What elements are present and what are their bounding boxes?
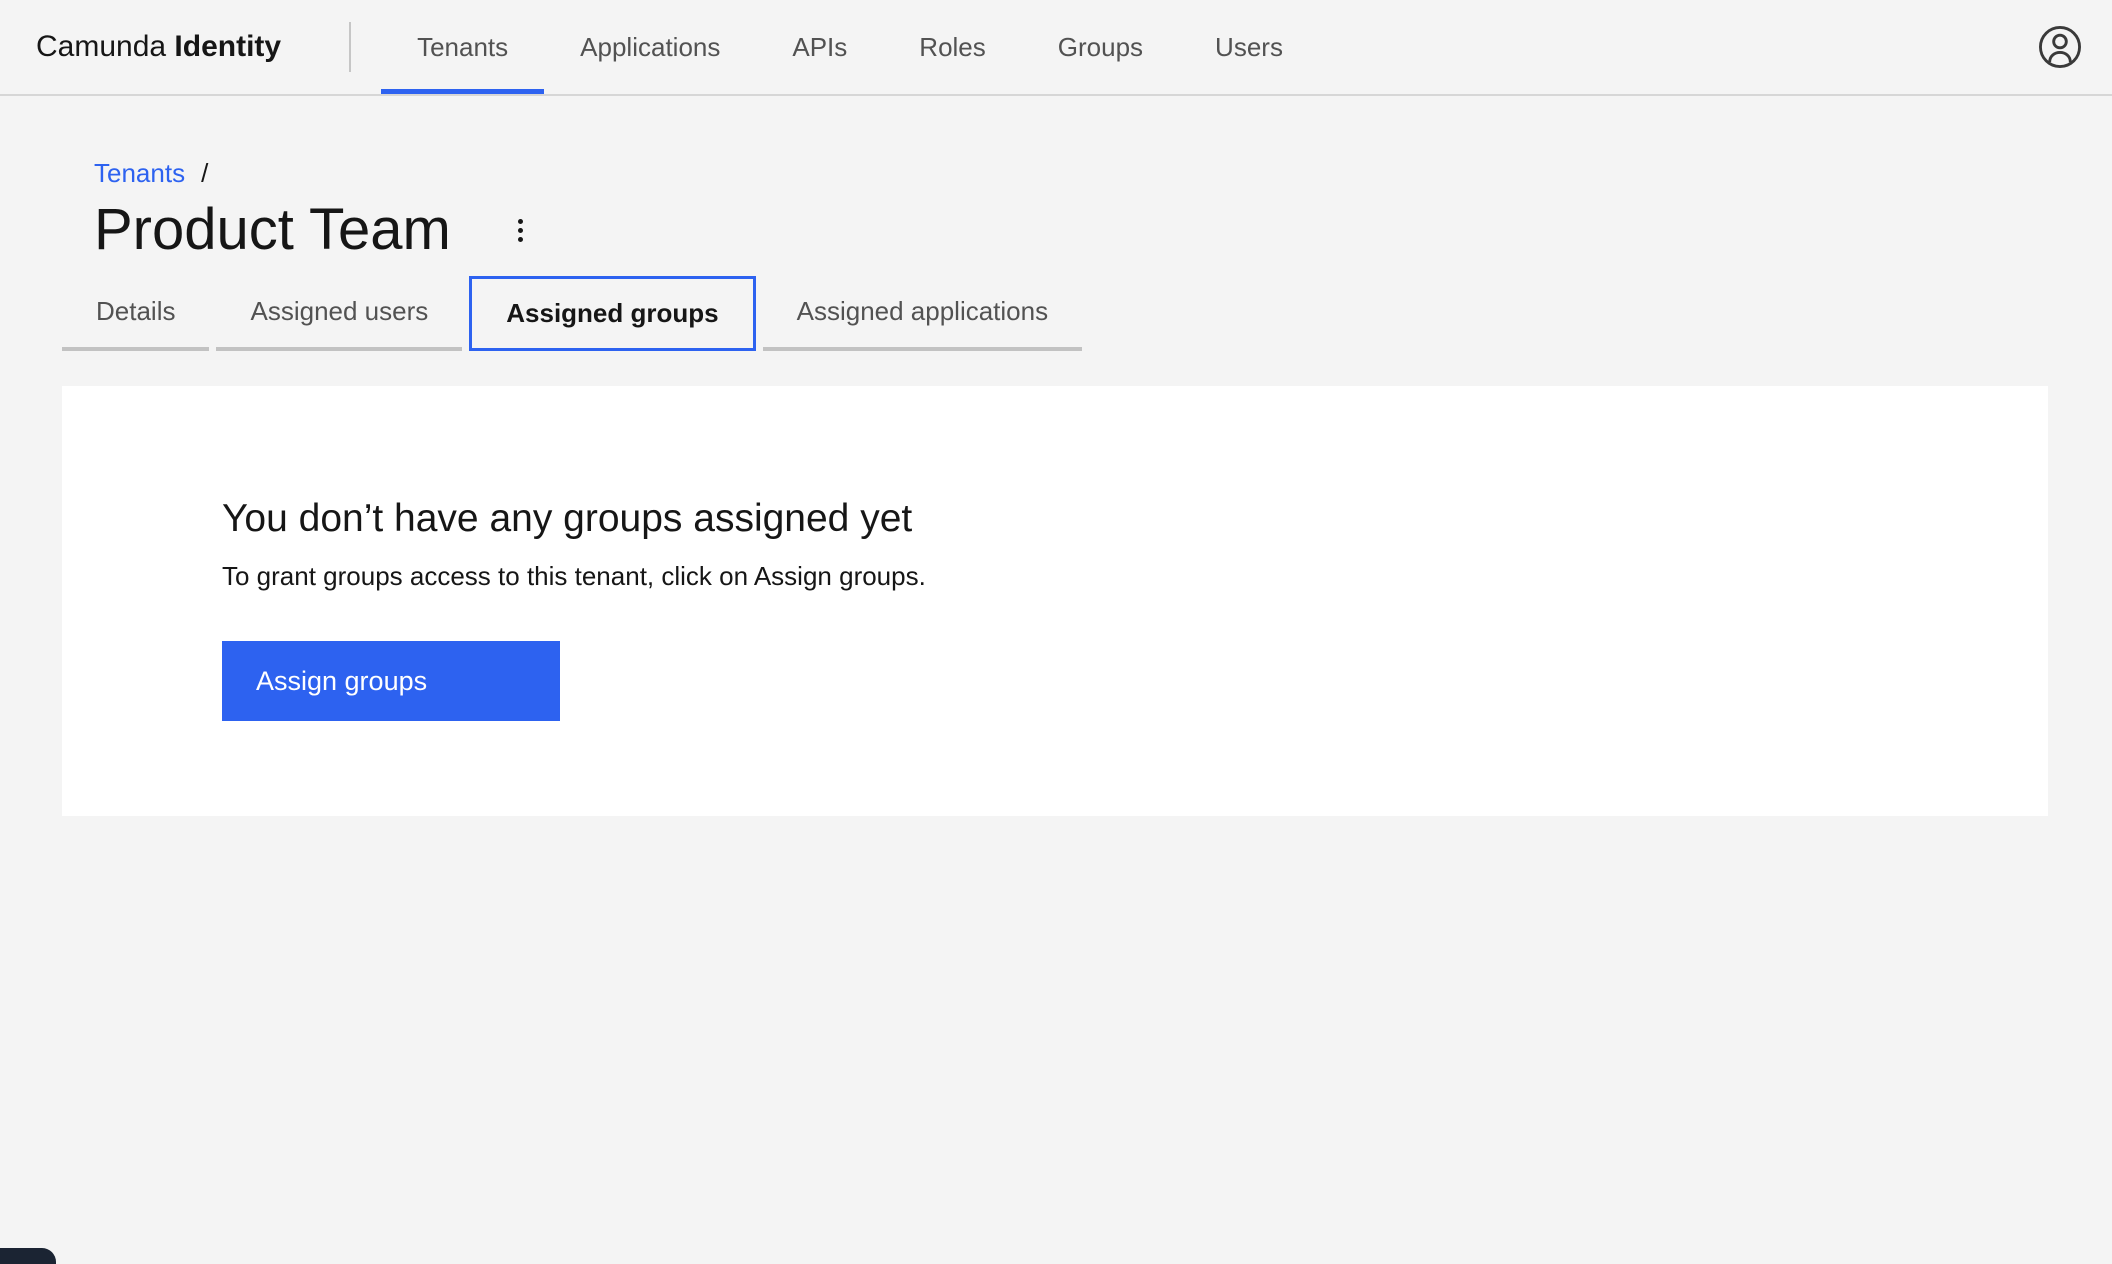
breadcrumb-link-tenants[interactable]: Tenants bbox=[94, 154, 185, 192]
empty-state-description: To grant groups access to this tenant, c… bbox=[222, 561, 926, 591]
brand-product: Identity bbox=[174, 30, 282, 63]
assign-groups-button[interactable]: Assign groups bbox=[222, 641, 560, 721]
overflow-menu-button[interactable] bbox=[497, 206, 545, 254]
user-avatar-icon bbox=[2037, 24, 2083, 70]
breadcrumb-separator: / bbox=[201, 158, 209, 188]
main-content: Tenants / Product Team Details Assigned … bbox=[0, 154, 2112, 816]
breadcrumb: Tenants / bbox=[94, 154, 2112, 192]
tab-assigned-groups[interactable]: Assigned groups bbox=[469, 276, 756, 351]
tab-assigned-applications[interactable]: Assigned applications bbox=[762, 276, 1083, 351]
title-row: Product Team bbox=[94, 192, 2112, 268]
nav-item-tenants[interactable]: Tenants bbox=[381, 0, 545, 94]
nav-item-applications[interactable]: Applications bbox=[544, 0, 756, 94]
header-divider bbox=[349, 22, 352, 72]
empty-state-card: You don’t have any groups assigned yet T… bbox=[62, 386, 2048, 816]
tab-assigned-users[interactable]: Assigned users bbox=[216, 276, 463, 351]
app-header: Camunda Identity Tenants Applications AP… bbox=[0, 0, 2112, 96]
tab-bar: Details Assigned users Assigned groups A… bbox=[62, 276, 2112, 351]
tab-details[interactable]: Details bbox=[62, 276, 210, 351]
empty-state-heading: You don’t have any groups assigned yet bbox=[222, 497, 913, 540]
nav-item-apis[interactable]: APIs bbox=[756, 0, 883, 94]
nav-item-groups[interactable]: Groups bbox=[1022, 0, 1179, 94]
corner-widget[interactable] bbox=[0, 1248, 56, 1264]
page-title: Product Team bbox=[94, 197, 451, 262]
kebab-vertical-icon bbox=[518, 218, 524, 242]
app-logo: Camunda Identity bbox=[36, 30, 281, 64]
top-nav: Tenants Applications APIs Roles Groups U… bbox=[381, 0, 1319, 94]
nav-item-roles[interactable]: Roles bbox=[883, 0, 1021, 94]
user-menu-button[interactable] bbox=[2034, 21, 2086, 73]
nav-item-users[interactable]: Users bbox=[1179, 0, 1319, 94]
brand-name: Camunda bbox=[36, 30, 167, 63]
